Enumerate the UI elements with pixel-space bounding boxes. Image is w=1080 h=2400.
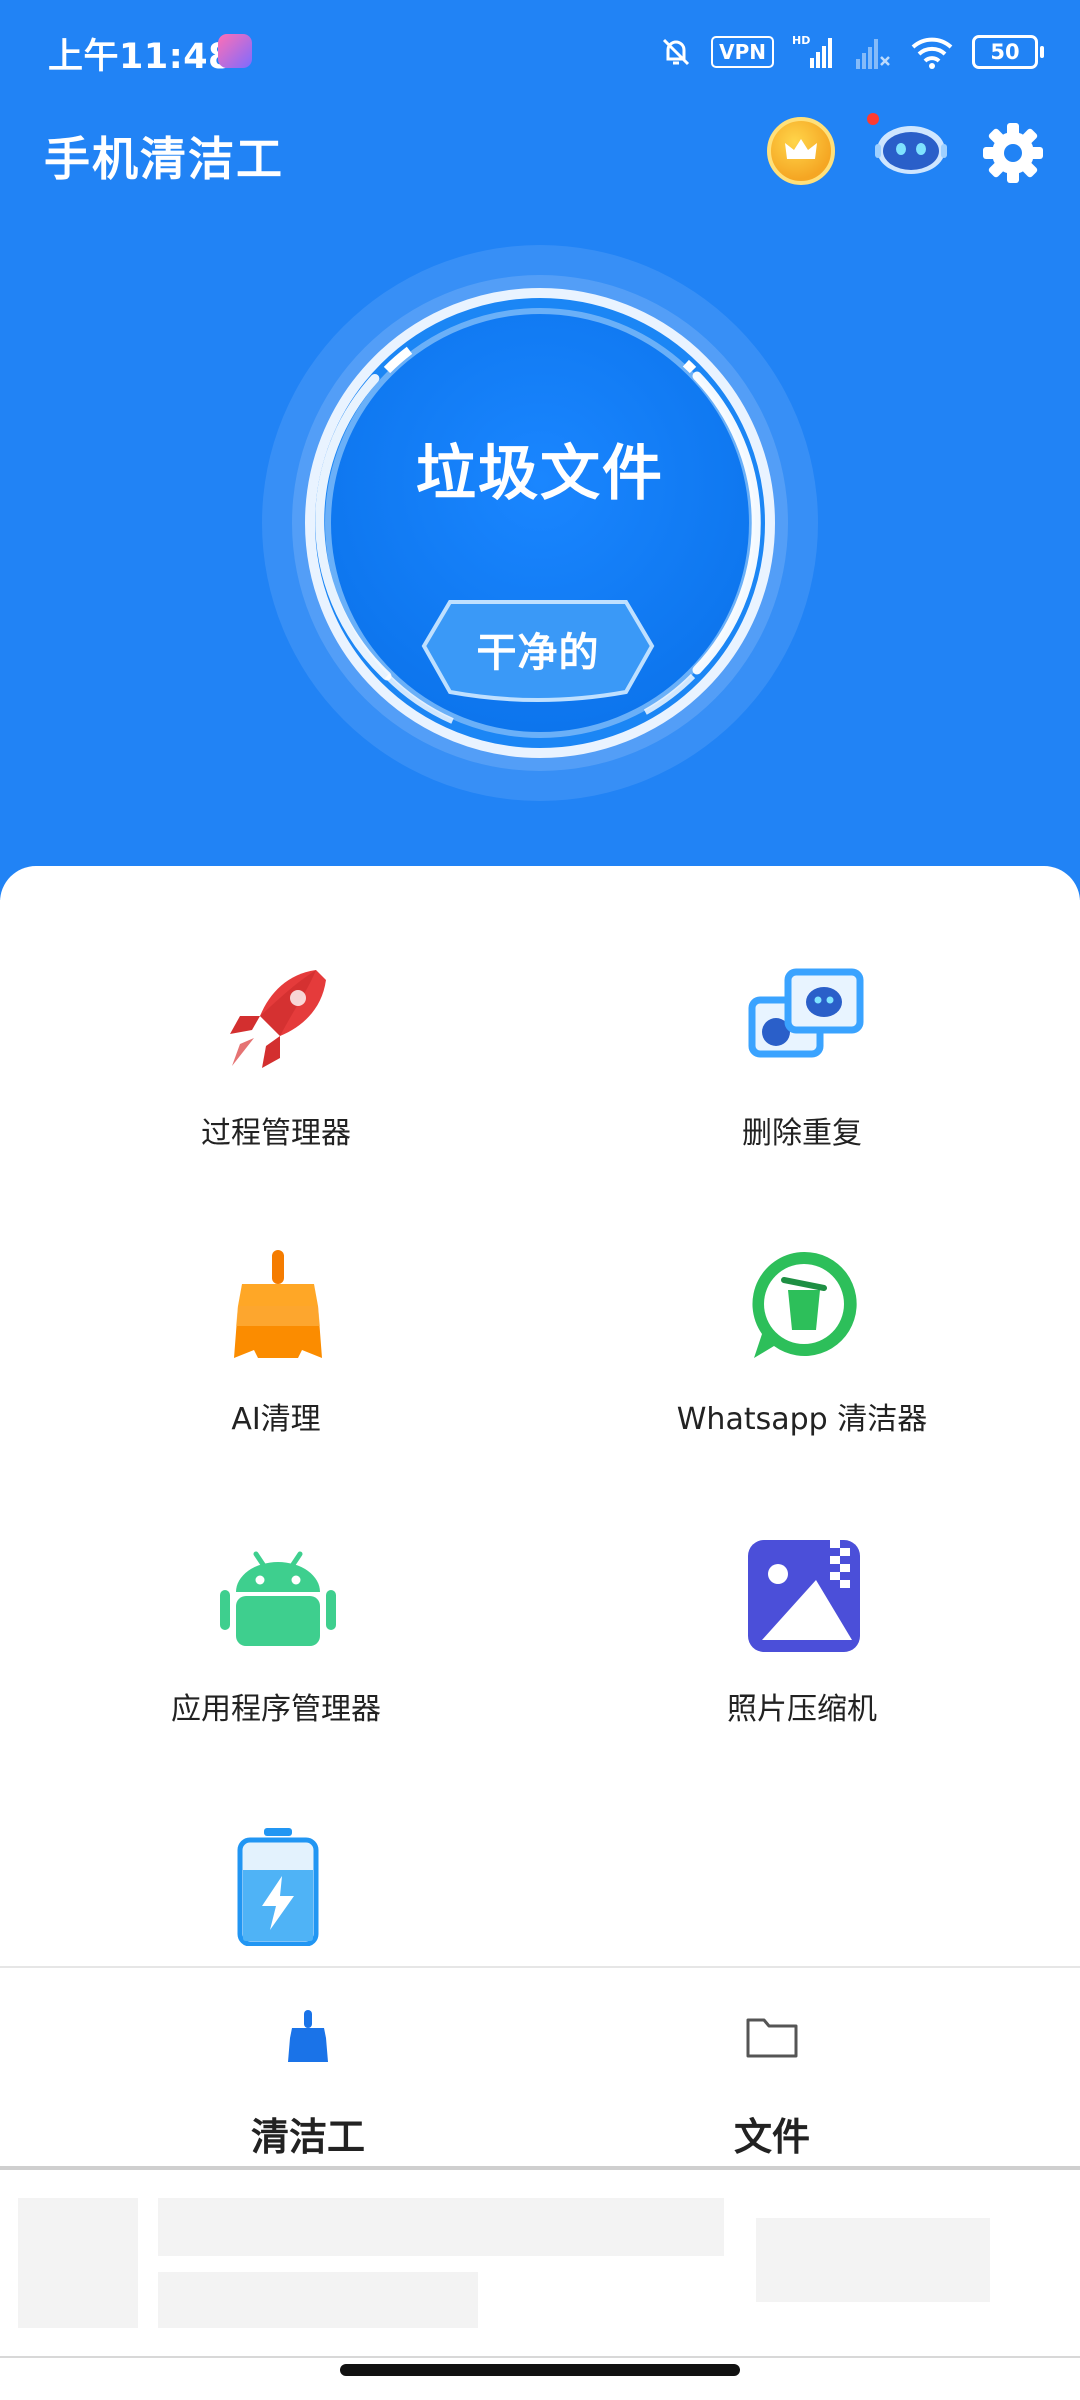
tool-remove-duplicates[interactable]: 删除重复 [602, 960, 1002, 1160]
robot-assistant-icon[interactable] [873, 118, 949, 178]
tool-battery[interactable] [76, 1826, 476, 1966]
status-bar: 上午11:48 VPN HD 50 [0, 0, 1080, 100]
signal-icon: HD [792, 34, 832, 68]
nav-cleaner[interactable]: 清洁工 [158, 1968, 458, 2168]
status-icons: VPN HD 50 [659, 28, 1044, 76]
tool-app-manager[interactable]: 应用程序管理器 [76, 1536, 476, 1736]
android-icon [220, 1551, 336, 1646]
tools-card: 过程管理器 删除重复 AI清理 Whatsapp 清洁器 应用程序管理器 照片压… [0, 866, 1080, 1966]
clean-status-text: 干净的 [476, 630, 600, 676]
nav-label: 清洁工 [250, 2115, 365, 2159]
tool-ai-cleanup[interactable]: AI清理 [76, 1246, 476, 1446]
tool-whatsapp-cleaner[interactable]: Whatsapp 清洁器 [602, 1246, 1002, 1446]
bottom-navigation: 清洁工 文件 [0, 1966, 1080, 2168]
broom-icon [234, 1250, 322, 1358]
ad-subtitle-placeholder [158, 2272, 478, 2328]
tool-label: 照片压缩机 [727, 1692, 877, 1727]
home-indicator[interactable] [340, 2364, 740, 2376]
tool-label: 应用程序管理器 [171, 1692, 381, 1727]
svg-text:HD: HD [792, 34, 810, 47]
whatsapp-trash-icon [752, 1251, 857, 1358]
tool-label: AI清理 [231, 1402, 321, 1437]
clean-status-badge: 干净的 [420, 596, 656, 704]
app-title: 手机清洁工 [44, 132, 284, 186]
nav-files[interactable]: 文件 [622, 1968, 922, 2168]
notification-app-icon [218, 34, 252, 68]
tool-process-manager[interactable]: 过程管理器 [76, 960, 476, 1160]
tool-label: 过程管理器 [201, 1116, 351, 1151]
ad-divider [0, 2356, 1080, 2358]
photo-zip-icon [748, 1540, 860, 1652]
battery-bolt-icon [237, 1828, 319, 1946]
duplicate-photos-icon [748, 968, 864, 1058]
premium-crown-icon[interactable] [767, 117, 835, 185]
ad-image-placeholder [18, 2198, 138, 2328]
battery-indicator: 50 [972, 35, 1044, 69]
folder-icon [746, 2018, 798, 2058]
ad-title-placeholder [158, 2198, 724, 2256]
gauge-title: 垃圾文件 [416, 439, 664, 509]
settings-gear-icon[interactable] [982, 122, 1044, 184]
bell-muted-icon [663, 38, 690, 66]
vpn-indicator: VPN [711, 36, 774, 68]
tool-label: Whatsapp 清洁器 [676, 1402, 928, 1437]
broom-icon [288, 2010, 328, 2062]
ad-button-placeholder [756, 2218, 990, 2302]
nav-label: 文件 [733, 2115, 810, 2159]
wifi-icon [911, 37, 953, 69]
signal-empty-icon [856, 39, 890, 69]
tool-photo-compressor[interactable]: 照片压缩机 [602, 1536, 1002, 1736]
ad-placeholder [0, 2170, 1080, 2356]
tool-label: 删除重复 [742, 1116, 862, 1151]
rocket-icon [230, 970, 326, 1068]
status-time: 上午11:48 [48, 37, 233, 77]
